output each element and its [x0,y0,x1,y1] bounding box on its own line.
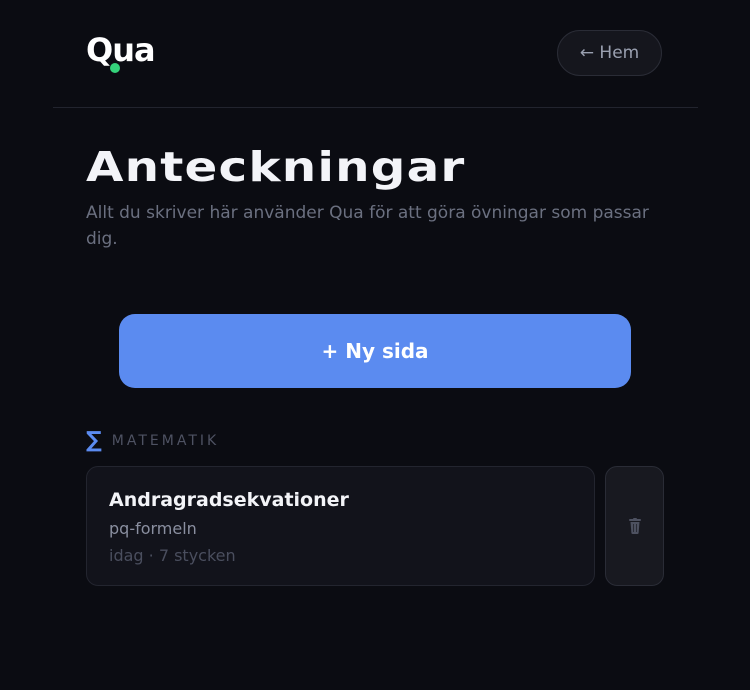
sigma-icon: ∑ [86,428,102,453]
note-subject: pq-formeln [109,519,197,538]
header: Qua ← Hem [53,0,698,108]
note-card[interactable]: Andragradsekvationer pq-formeln idag · 7… [86,466,595,586]
new-page-button[interactable]: + Ny sida [119,314,631,388]
delete-note-button[interactable] [605,466,664,586]
section-header-matematik: ∑ MATEMATIK [86,430,219,452]
page-subtitle: Allt du skriver här använder Qua för att… [86,203,649,249]
section-label: MATEMATIK [111,433,220,449]
note-title: Andragradsekvationer [109,489,349,511]
page-title: Anteckningar [86,143,466,191]
logo-dot [110,63,120,73]
logo[interactable]: Qua [86,30,156,73]
trash-icon [628,518,641,534]
note-meta: idag · 7 stycken [109,546,236,565]
logo-text: Qua [86,31,156,69]
home-button[interactable]: ← Hem [557,30,662,76]
